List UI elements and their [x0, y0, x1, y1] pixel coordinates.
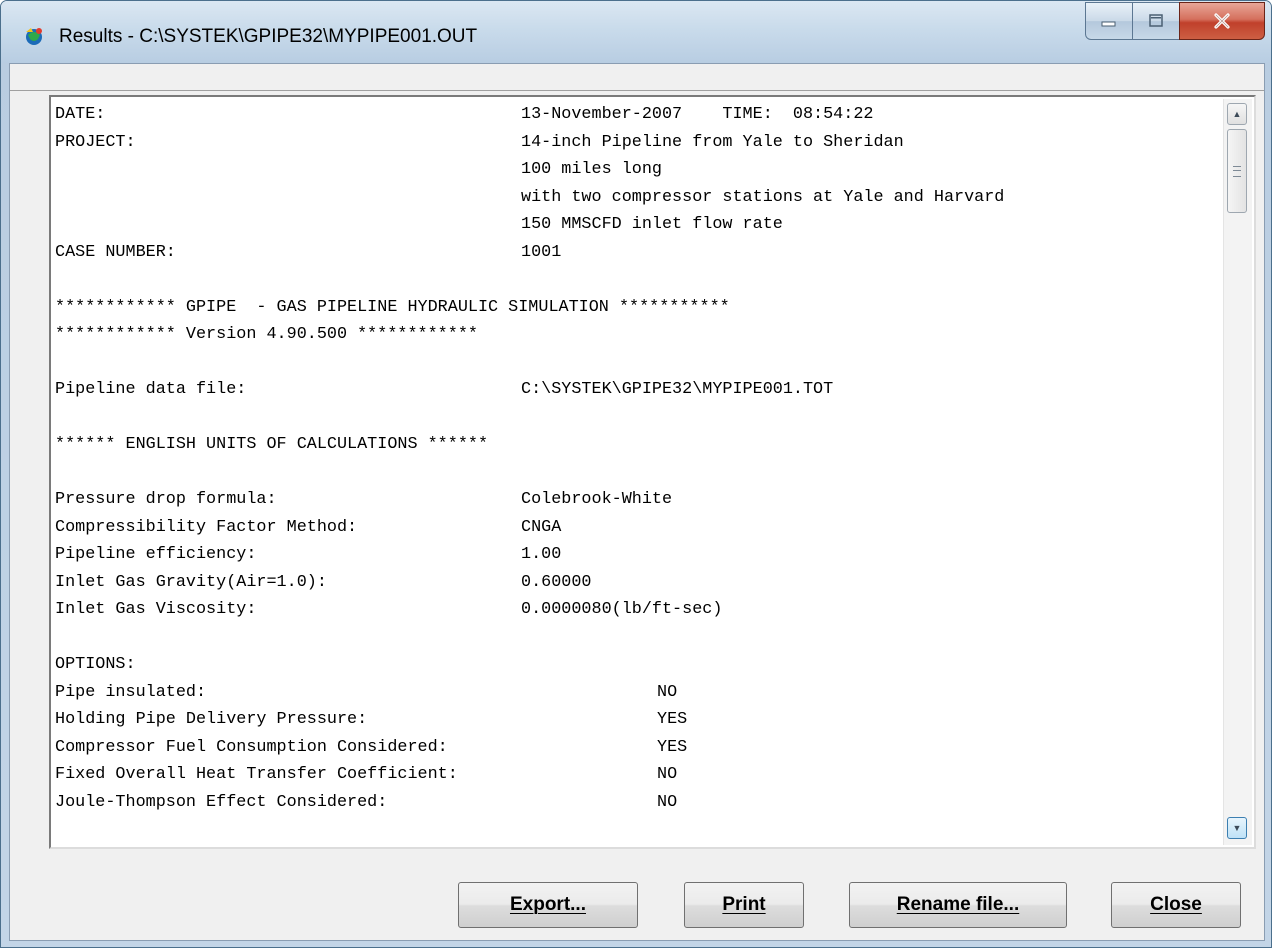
result-line-value: 14-inch Pipeline from Yale to Sheridan: [521, 132, 904, 152]
result-line: Holding Pipe Delivery Pressure: YES: [55, 706, 1231, 734]
result-line: PROJECT: 14-inch Pipeline from Yale to Sh…: [55, 129, 1231, 157]
print-button[interactable]: Print: [684, 882, 804, 928]
result-line: OPTIONS:: [55, 651, 1231, 679]
result-line-label: Pipeline data file:: [55, 380, 247, 399]
result-line: [55, 459, 1231, 487]
results-text-content[interactable]: DATE: 13-November-2007 TIME: 08:54:22 PROJ…: [55, 101, 1231, 843]
result-line-value: NO: [657, 682, 678, 702]
result-line-label: Inlet Gas Gravity(Air=1.0):: [55, 572, 327, 592]
chevron-up-icon: ▲: [1232, 109, 1242, 119]
result-line: Compressor Fuel Consumption Considered: Y…: [55, 734, 1231, 762]
export-button[interactable]: Export...: [458, 882, 638, 928]
result-line-value: 13-November-2007 TIME: 08:54:22: [521, 105, 874, 124]
result-line-label: Compressor Fuel Consumption Considered:: [55, 737, 448, 757]
result-line: 150 MMSCFD inlet flow rate: [55, 211, 1231, 239]
result-line-label: Holding Pipe Delivery Pressure:: [55, 710, 368, 729]
result-line: Joule-Thompson Effect Considered: NO: [55, 789, 1231, 817]
close-button[interactable]: Close: [1111, 882, 1241, 928]
result-line-value: C:\SYSTEK\GPIPE32\MYPIPE001.TOT: [521, 380, 834, 399]
minimize-button[interactable]: [1085, 2, 1133, 40]
scroll-thumb[interactable]: [1227, 129, 1247, 213]
dialog-body: DATE: 13-November-2007 TIME: 08:54:22 PROJ…: [9, 63, 1265, 941]
result-line-label: Fixed Overall Heat Transfer Coefficient:: [55, 765, 458, 784]
result-line: [55, 266, 1231, 294]
result-line-label: Joule-Thompson Effect Considered:: [55, 792, 388, 812]
result-line-label: DATE:: [55, 105, 106, 124]
result-line: Inlet Gas Viscosity: 0.0000080(lb/ft-sec): [55, 596, 1231, 624]
result-line-value: with two compressor stations at Yale and…: [521, 187, 1005, 207]
result-line: [55, 624, 1231, 652]
result-line-value: NO: [657, 765, 678, 784]
scroll-up-button[interactable]: ▲: [1227, 103, 1247, 125]
chevron-down-icon: ▼: [1232, 823, 1242, 833]
rename-file-button[interactable]: Rename file...: [849, 882, 1067, 928]
results-window: Results - C:\SYSTEK\GPIPE32\MYPIPE001.OU…: [0, 0, 1272, 948]
result-line-label: Pressure drop formula:: [55, 490, 277, 509]
result-line-value: 0.0000080(lb/ft-sec): [521, 600, 723, 619]
result-line: Pipeline efficiency: 1.00: [55, 541, 1231, 569]
result-line-value: 0.60000: [521, 572, 592, 592]
result-line: Fixed Overall Heat Transfer Coefficient:…: [55, 761, 1231, 789]
result-line-label: ****** ENGLISH UNITS OF CALCULATIONS ***…: [55, 435, 489, 454]
result-line-value: NO: [657, 792, 678, 812]
result-line-label: Pipe insulated:: [55, 682, 207, 702]
result-line: Compressibility Factor Method: CNGA: [55, 514, 1231, 542]
result-line: ************ GPIPE - GAS PIPELINE HYDRAU…: [55, 294, 1231, 322]
result-line-label: ************ GPIPE - GAS PIPELINE HYDRAU…: [55, 297, 730, 317]
results-text-area[interactable]: DATE: 13-November-2007 TIME: 08:54:22 PROJ…: [49, 95, 1256, 849]
title-bar[interactable]: Results - C:\SYSTEK\GPIPE32\MYPIPE001.OU…: [1, 1, 1271, 63]
result-line: [55, 404, 1231, 432]
vertical-scrollbar[interactable]: ▲ ▼: [1223, 99, 1252, 845]
result-line: Pressure drop formula: Colebrook-White: [55, 486, 1231, 514]
result-line-value: 150 MMSCFD inlet flow rate: [521, 215, 783, 234]
result-line: with two compressor stations at Yale and…: [55, 184, 1231, 212]
scroll-down-button[interactable]: ▼: [1227, 817, 1247, 839]
result-line-value: YES: [657, 710, 688, 729]
result-line-label: CASE NUMBER:: [55, 242, 176, 262]
result-line-value: YES: [657, 737, 688, 757]
result-line-label: Compressibility Factor Method:: [55, 517, 358, 537]
maximize-icon: [1149, 14, 1163, 27]
result-line-value: 1.00: [521, 545, 562, 564]
result-line: CASE NUMBER: 1001: [55, 239, 1231, 267]
grip-icon: [1233, 166, 1241, 177]
result-line-label: Pipeline efficiency:: [55, 545, 257, 564]
window-title: Results - C:\SYSTEK\GPIPE32\MYPIPE001.OU…: [59, 26, 478, 47]
result-line: ****** ENGLISH UNITS OF CALCULATIONS ***…: [55, 431, 1231, 459]
result-line-value: CNGA: [521, 517, 562, 537]
result-line-label: PROJECT:: [55, 132, 136, 152]
maximize-button[interactable]: [1132, 2, 1180, 40]
result-line-value: Colebrook-White: [521, 490, 673, 509]
menu-strip: [10, 64, 1264, 91]
result-line: DATE: 13-November-2007 TIME: 08:54:22: [55, 101, 1231, 129]
result-line: ************ Version 4.90.500 **********…: [55, 321, 1231, 349]
result-line: Inlet Gas Gravity(Air=1.0): 0.60000: [55, 569, 1231, 597]
gpipe-app-icon: [26, 28, 42, 45]
close-icon: [1214, 13, 1230, 29]
result-line-value: 1001: [521, 242, 562, 262]
close-window-button[interactable]: [1179, 2, 1265, 40]
result-line-value: 100 miles long: [521, 160, 662, 179]
result-line: 100 miles long: [55, 156, 1231, 184]
result-line: Pipe insulated: NO: [55, 679, 1231, 707]
result-line: [55, 349, 1231, 377]
minimize-icon: [1101, 21, 1116, 27]
result-line-label: ************ Version 4.90.500 **********…: [55, 325, 478, 344]
result-line: Pipeline data file: C:\SYSTEK\GPIPE32\MYP…: [55, 376, 1231, 404]
result-line-label: Inlet Gas Viscosity:: [55, 600, 257, 619]
result-line-label: OPTIONS:: [55, 655, 136, 674]
